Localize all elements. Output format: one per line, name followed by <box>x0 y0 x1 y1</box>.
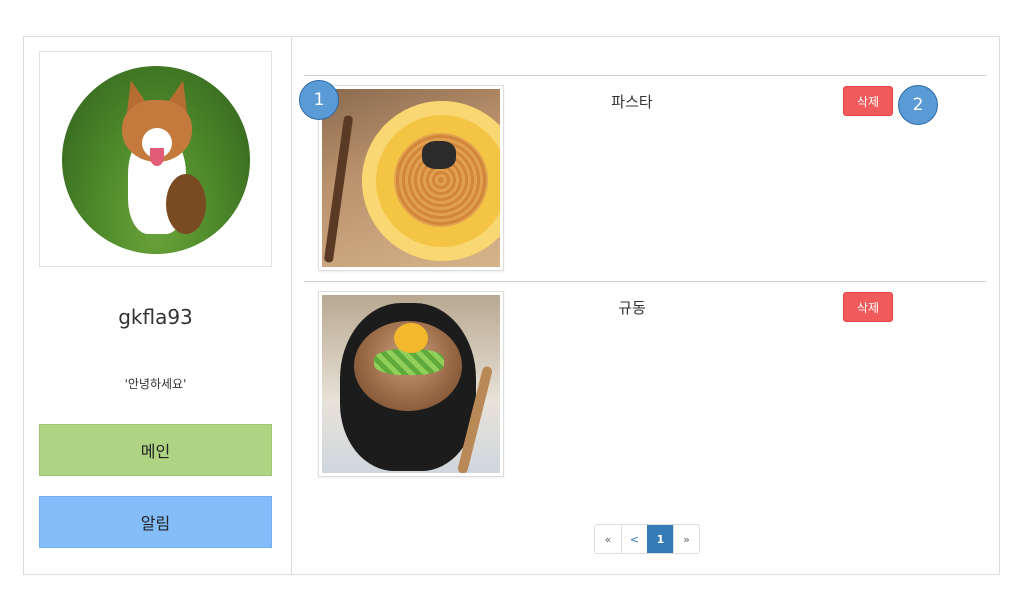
food-list: 파스타 삭제 규동 삭제 « < 1 » <box>292 37 999 574</box>
profile-sidebar: gkfla93 '안녕하세요' 메인 알림 <box>24 37 292 574</box>
avatar-box <box>39 51 272 267</box>
food-name: 파스타 <box>611 93 653 111</box>
page-first-button[interactable]: « <box>595 525 621 553</box>
annotation-marker-2: 2 <box>898 85 938 125</box>
gyudon-photo <box>322 295 500 473</box>
pagination: « < 1 » <box>594 524 700 554</box>
dog-tongue <box>150 148 164 166</box>
annotation-marker-1: 1 <box>299 80 339 120</box>
fork-shape <box>323 115 354 263</box>
delete-button[interactable]: 삭제 <box>843 86 893 116</box>
dog-side <box>166 174 206 234</box>
delete-button[interactable]: 삭제 <box>843 292 893 322</box>
food-image-gyudon[interactable] <box>318 291 504 477</box>
page-prev-button[interactable]: < <box>621 525 647 553</box>
main-button[interactable]: 메인 <box>39 424 272 476</box>
greeting-text: '안녕하세요' <box>124 377 187 391</box>
page-next-button[interactable]: » <box>673 525 699 553</box>
garnish-shape <box>422 141 456 169</box>
row-divider <box>304 281 986 282</box>
username: gkfla93 <box>118 305 193 329</box>
yolk-shape <box>394 323 428 353</box>
page-frame: gkfla93 '안녕하세요' 메인 알림 파스타 삭제 규동 삭제 « < 1… <box>23 36 1000 575</box>
alarm-button[interactable]: 알림 <box>39 496 272 548</box>
page-current-button[interactable]: 1 <box>647 525 673 553</box>
food-image-pasta[interactable] <box>318 85 504 271</box>
pasta-photo <box>322 89 500 267</box>
row-divider <box>304 75 986 76</box>
food-name: 규동 <box>618 299 646 317</box>
avatar <box>62 66 250 254</box>
